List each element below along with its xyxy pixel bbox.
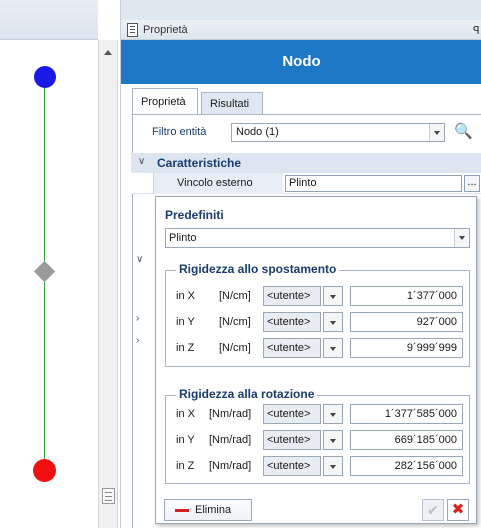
stiffness-row-z: in Z [N/cm] <utente> 9´999´999	[166, 337, 471, 359]
property-row[interactable]: Vincolo esterno Plinto ...	[131, 173, 481, 194]
rotation-row-x: in X [Nm/rad] <utente> 1´377´585´000	[166, 403, 471, 425]
stiffness-value-input[interactable]: 669´185´000	[350, 430, 463, 450]
mode-select[interactable]: <utente>	[263, 404, 321, 424]
model-canvas[interactable]	[0, 0, 98, 528]
translation-stiffness-title: Rigidezza allo spostamento	[176, 262, 340, 276]
stiffness-value-input[interactable]: 927´000	[350, 312, 463, 332]
panel-header-label: Proprietà	[143, 24, 188, 36]
cancel-x-icon[interactable]: ✖	[447, 499, 469, 521]
scroll-grip-icon[interactable]	[102, 488, 115, 504]
axis-label: in Z	[176, 342, 195, 354]
minus-icon	[175, 509, 189, 512]
chevron-down-icon[interactable]	[323, 404, 343, 424]
panel-top-strip	[121, 0, 481, 20]
rotation-stiffness-group: Rigidezza alla rotazione in X [Nm/rad] <…	[165, 387, 471, 484]
chevron-down-icon[interactable]	[323, 338, 343, 358]
ellipsis-button[interactable]: ...	[464, 175, 480, 192]
node-mid[interactable]	[33, 260, 56, 283]
node-top[interactable]	[34, 66, 56, 88]
chevron-down-icon[interactable]	[429, 124, 444, 141]
rotation-row-z: in Z [Nm/rad] <utente> 282´156´000	[166, 455, 471, 477]
mode-select[interactable]: <utente>	[263, 338, 321, 358]
chevron-down-icon[interactable]	[323, 430, 343, 450]
translation-stiffness-group: Rigidezza allo spostamento in X [N/cm] <…	[165, 262, 471, 367]
unit-label: [N/cm]	[219, 290, 251, 302]
section-header[interactable]: ∨ Caratteristiche	[131, 153, 481, 173]
unit-label: [N/cm]	[219, 316, 251, 328]
collapse-chevron-icon[interactable]: ∨	[138, 156, 145, 167]
pin-icon[interactable]: ꟼ	[473, 24, 480, 37]
canvas-toolbar	[0, 0, 98, 40]
tab-risultati[interactable]: Risultati	[201, 92, 263, 115]
stiffness-row-y: in Y [N/cm] <utente> 927´000	[166, 311, 471, 333]
property-name: Vincolo esterno	[177, 177, 253, 189]
confirm-check-icon[interactable]: ✔	[422, 499, 444, 521]
mode-select[interactable]: <utente>	[263, 286, 321, 306]
stiffness-value-input[interactable]: 1´377´000	[350, 286, 463, 306]
mode-select[interactable]: <utente>	[263, 312, 321, 332]
preset-value: Plinto	[169, 232, 197, 244]
stiffness-value-input[interactable]: 1´377´585´000	[350, 404, 463, 424]
document-icon	[127, 23, 138, 37]
delete-label: Elimina	[195, 504, 232, 516]
expand-chevron-icon[interactable]: ›	[136, 335, 139, 346]
panel-title: Nodo	[121, 40, 481, 84]
unit-label: [N/cm]	[219, 342, 251, 354]
node-bottom[interactable]	[33, 459, 56, 482]
axis-label: in X	[176, 290, 195, 302]
scroll-up-icon[interactable]	[104, 50, 112, 55]
filter-value: Nodo (1)	[236, 126, 279, 138]
axis-label: in Y	[176, 316, 195, 328]
vertical-scrollbar[interactable]	[98, 40, 118, 528]
expand-chevron-icon[interactable]: ›	[136, 313, 139, 324]
chevron-down-icon[interactable]	[323, 286, 343, 306]
chevron-down-icon[interactable]	[454, 229, 469, 247]
chevron-down-icon[interactable]	[323, 456, 343, 476]
chevron-down-icon[interactable]	[323, 312, 343, 332]
filter-label: Filtro entità	[152, 126, 207, 138]
unit-label: [Nm/rad]	[209, 434, 252, 446]
stiffness-value-input[interactable]: 9´999´999	[350, 338, 463, 358]
tab-proprieta[interactable]: Proprietà	[132, 88, 198, 115]
section-title: Caratteristiche	[157, 156, 242, 170]
constraint-popup: Predefiniti Plinto Rigidezza allo sposta…	[155, 196, 477, 524]
popup-footer: Elimina ✔ ✖	[161, 497, 472, 521]
search-icon[interactable]: 🔍	[454, 122, 473, 140]
axis-label: in Y	[176, 434, 195, 446]
collapse-chevron-icon[interactable]: ∨	[136, 254, 143, 265]
unit-label: [Nm/rad]	[209, 408, 252, 420]
filter-combo[interactable]: Nodo (1)	[231, 123, 445, 142]
rotation-stiffness-title: Rigidezza alla rotazione	[176, 387, 318, 401]
delete-button[interactable]: Elimina	[164, 499, 252, 521]
axis-label: in X	[176, 408, 195, 420]
rotation-row-y: in Y [Nm/rad] <utente> 669´185´000	[166, 429, 471, 451]
preset-combo[interactable]: Plinto	[165, 228, 470, 248]
unit-label: [Nm/rad]	[209, 460, 252, 472]
property-value-field[interactable]: Plinto	[285, 175, 462, 192]
presets-label: Predefiniti	[165, 208, 224, 222]
stiffness-value-input[interactable]: 282´156´000	[350, 456, 463, 476]
stiffness-row-x: in X [N/cm] <utente> 1´377´000	[166, 285, 471, 307]
mode-select[interactable]: <utente>	[263, 430, 321, 450]
mode-select[interactable]: <utente>	[263, 456, 321, 476]
axis-label: in Z	[176, 460, 195, 472]
